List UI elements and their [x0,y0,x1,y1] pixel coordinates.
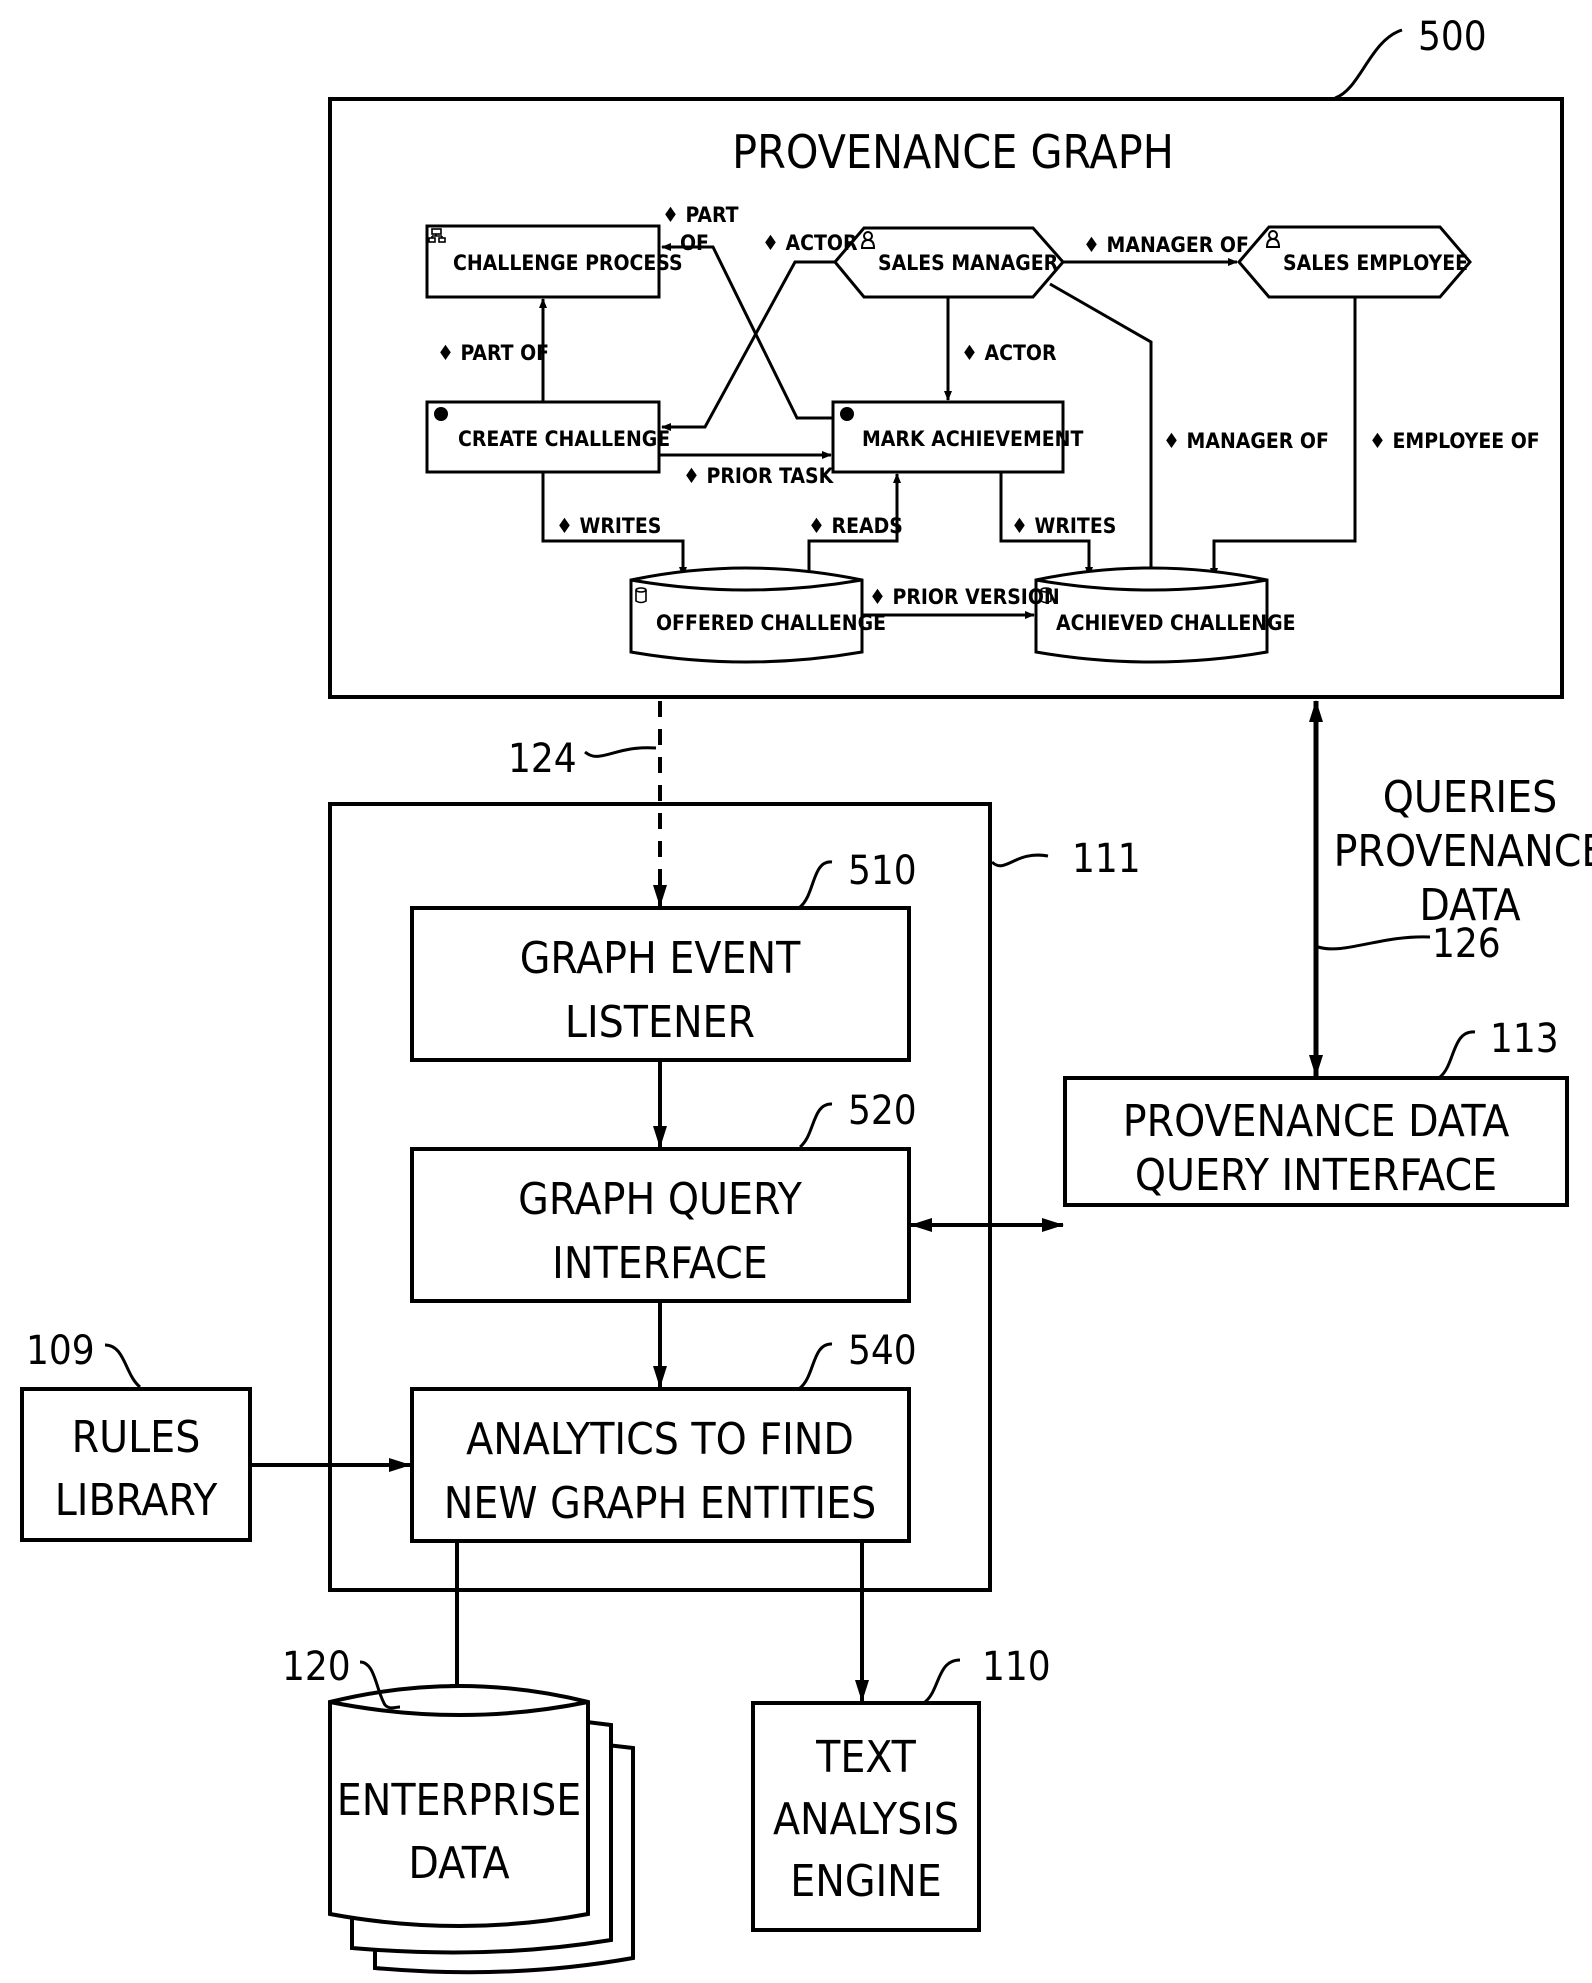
enterprise-data-store[interactable]: ENTERPRISE DATA [328,1684,635,1975]
node-label: MARK ACHIEVEMENT [862,427,1083,451]
ref-leader-110 [923,1658,961,1704]
block-label-line2: INTERFACE [552,1238,768,1289]
edge-label-writes-left: ♦ WRITES [556,514,661,538]
edge-label-actor-top: ♦ ACTOR [762,231,858,255]
ref-label-120: 120 [282,1644,351,1690]
queries-label-line2: PROVENANCE [1334,826,1592,877]
edge-label-manager-of-top: ♦ MANAGER OF [1083,233,1249,257]
ref-label-510: 510 [848,848,917,894]
ref-leader-540 [798,1342,833,1390]
node-mark-achievement[interactable]: MARK ACHIEVEMENT [831,400,1083,474]
edge-label-prior-version: ♦ PRIOR VERSION [869,585,1060,609]
task-icon [434,407,448,421]
node-offered-challenge[interactable]: OFFERED CHALLENGE [629,566,886,664]
provenance-graph-panel: PROVENANCE GRAPH 500 CHALLENGE PROCESS C… [328,14,1564,699]
block-label-line2: ANALYSIS [773,1794,959,1845]
ref-label-540: 540 [848,1328,917,1374]
block-label-line3: ENGINE [790,1856,942,1907]
node-label: ACHIEVED CHALLENGE [1056,611,1296,635]
graph-title: PROVENANCE GRAPH [732,125,1174,179]
edge-label-employee-of: ♦ EMPLOYEE OF [1369,429,1540,453]
edge-label-prior-task: ♦ PRIOR TASK [683,464,835,488]
edge-part-of-top [661,243,833,420]
block-label-line2: LIBRARY [55,1475,218,1526]
ref-label-111: 111 [1072,836,1141,882]
block-label-line1: GRAPH EVENT [520,933,801,984]
ref-leader-111 [990,853,1049,868]
edge-label-actor-mid: ♦ ACTOR [961,341,1057,365]
graph-event-listener-block[interactable]: GRAPH EVENT LISTENER [410,906,911,1062]
block-label-line1: PROVENANCE DATA [1123,1096,1510,1147]
rules-library-block[interactable]: RULES LIBRARY [20,1387,252,1542]
edge-actor-top [661,260,835,431]
edge-label-part-of-top-2: OF [680,231,709,255]
node-achieved-challenge[interactable]: ACHIEVED CHALLENGE [1034,566,1296,664]
ref-leader-113 [1438,1030,1476,1079]
node-sales-employee[interactable]: SALES EMPLOYEE [1237,225,1472,299]
analytics-block[interactable]: ANALYTICS TO FIND NEW GRAPH ENTITIES [410,1387,911,1543]
ref-label-113: 113 [1490,1016,1559,1062]
node-label: SALES EMPLOYEE [1283,251,1468,275]
ref-leader-520 [798,1102,833,1149]
ref-label-109: 109 [26,1328,95,1374]
ref-leader-124 [584,746,657,758]
node-create-challenge[interactable]: CREATE CHALLENGE [425,400,670,474]
ref-label-520: 520 [848,1088,917,1134]
ref-label-500: 500 [1418,14,1487,60]
block-label-line1: ANALYTICS TO FIND [466,1414,854,1465]
block-label-line1: TEXT [815,1732,917,1783]
ref-label-110: 110 [982,1644,1051,1690]
edge-label-part-of-top: ♦ PART [662,203,739,227]
edge-label-reads: ♦ READS [808,514,903,538]
ref-leader-500 [1334,28,1403,100]
ref-leader-126 [1317,935,1431,951]
task-icon [840,407,854,421]
block-label-line2: QUERY INTERFACE [1135,1150,1497,1201]
graph-query-interface-block[interactable]: GRAPH QUERY INTERFACE [410,1147,911,1303]
ref-leader-510 [798,860,833,909]
block-label-line1: ENTERPRISE [337,1775,581,1826]
node-label: CREATE CHALLENGE [458,427,670,451]
block-label-line2: LISTENER [565,997,755,1048]
ref-label-124: 124 [508,736,577,782]
edge-label-writes-right: ♦ WRITES [1011,514,1116,538]
block-label-line2: DATA [408,1838,509,1889]
node-challenge-process[interactable]: CHALLENGE PROCESS [425,224,683,299]
block-label-line1: GRAPH QUERY [518,1174,803,1225]
queries-label-line1: QUERIES [1383,772,1557,823]
patent-figure: PROVENANCE GRAPH 500 CHALLENGE PROCESS C… [20,14,1592,1975]
edge-label-manager-of-right: ♦ MANAGER OF [1163,429,1329,453]
node-sales-manager[interactable]: SALES MANAGER [833,226,1065,299]
provenance-query-interface-block[interactable]: PROVENANCE DATA QUERY INTERFACE [1063,1076,1569,1207]
block-label-line1: RULES [72,1412,201,1463]
node-label: CHALLENGE PROCESS [453,251,683,275]
edge-label-part-of-left: ♦ PART OF [437,341,549,365]
block-label-line2: NEW GRAPH ENTITIES [444,1478,876,1529]
queries-label-line3: DATA [1419,880,1520,931]
node-label: SALES MANAGER [878,251,1059,275]
ref-leader-109 [104,1343,142,1389]
node-label: OFFERED CHALLENGE [656,611,886,635]
text-analysis-engine-block[interactable]: TEXT ANALYSIS ENGINE [751,1701,981,1932]
